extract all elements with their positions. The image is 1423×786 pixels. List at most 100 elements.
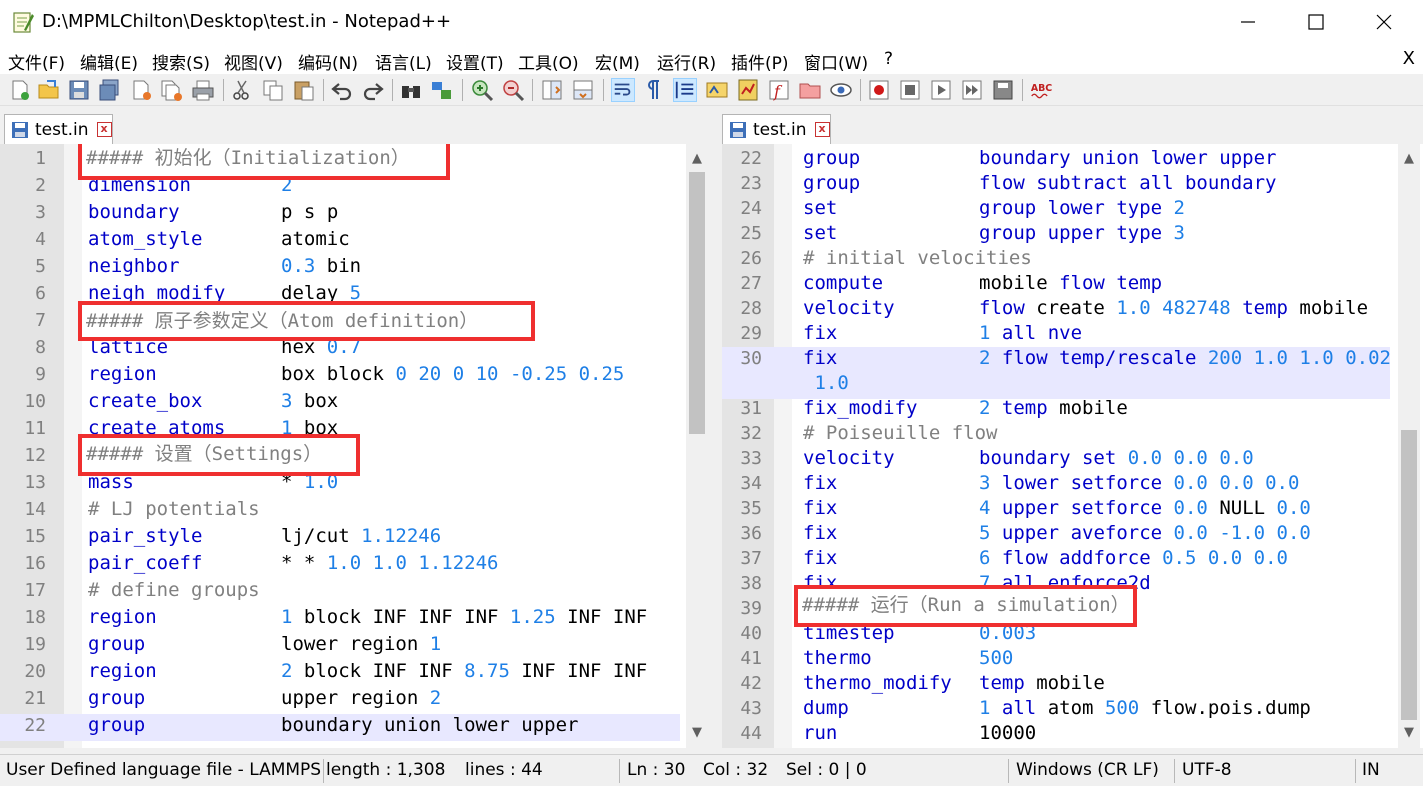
code-line[interactable]: 4 atom_style atomic (0, 228, 680, 255)
code-line[interactable]: 3 boundary p s p (0, 201, 680, 228)
code-line[interactable]: 34 fix 3 lower setforce 0.0 0.0 0.0 (722, 472, 1390, 499)
zoom-in-icon[interactable] (470, 78, 494, 102)
run-macro-multiple-icon[interactable] (960, 78, 984, 102)
code-line[interactable]: 9 region box block 0 20 0 10 -0.25 0.25 (0, 363, 680, 390)
code-line[interactable]: 32 # Poiseuille flow (722, 422, 1390, 449)
menu-macro[interactable]: 宏(M) (595, 49, 640, 74)
tab-close-icon[interactable]: x (96, 122, 112, 137)
user-language-icon[interactable] (705, 78, 729, 102)
copy-icon[interactable] (261, 78, 285, 102)
code-line[interactable]: 41 thermo 500 (722, 647, 1390, 674)
tab-test-in-left[interactable]: test.in x (4, 114, 113, 144)
menu-edit[interactable]: 编辑(E) (80, 49, 138, 74)
left-editor-pane[interactable]: 1 2 dimension 2 3 boundary p s p 4 atom_style ato… (0, 144, 708, 748)
code-line[interactable]: 19 group lower region 1 (0, 633, 680, 660)
code-line[interactable]: 29 fix 1 all nve (722, 322, 1390, 349)
minimize-button[interactable] (1214, 0, 1282, 44)
close-window-button[interactable] (1350, 0, 1418, 44)
scrollbar-thumb[interactable] (689, 172, 705, 434)
code-line[interactable]: 14 # LJ potentials (0, 498, 680, 525)
menu-help[interactable]: ? (884, 49, 893, 69)
menu-window[interactable]: 窗口(W) (804, 49, 868, 74)
play-macro-icon[interactable] (929, 78, 953, 102)
spell-check-icon[interactable]: ABC (1030, 78, 1054, 102)
vertical-scrollbar[interactable]: ▲ ▼ (1398, 144, 1420, 748)
save-icon[interactable] (67, 78, 91, 102)
sync-vertical-icon[interactable] (540, 78, 564, 102)
tab-test-in-right[interactable]: test.in x (722, 114, 831, 144)
command-arguments: 1 block INF INF INF 1.25 INF INF (281, 606, 648, 628)
menu-view[interactable]: 视图(V) (224, 49, 283, 74)
indent-guide-toggle[interactable] (673, 78, 697, 102)
close-icon[interactable] (130, 78, 154, 102)
menu-language[interactable]: 语言(L) (375, 49, 432, 74)
code-line[interactable]: 17 # define groups (0, 579, 680, 606)
undo-icon[interactable] (330, 78, 354, 102)
close-all-icon[interactable] (160, 78, 184, 102)
code-line[interactable]: 20 region 2 block INF INF 8.75 INF INF INF (0, 660, 680, 687)
menu-file[interactable]: 文件(F) (8, 49, 65, 74)
right-editor-pane[interactable]: 22 group boundary union lower upper 23 group… (722, 144, 1423, 748)
code-line[interactable]: 1.0 (722, 372, 1390, 399)
code-line[interactable]: 42 thermo_modify temp mobile (722, 672, 1390, 699)
code-line[interactable]: 35 fix 4 upper setforce 0.0 NULL 0.0 (722, 497, 1390, 524)
maximize-button[interactable] (1282, 0, 1350, 44)
function-list-icon[interactable]: f (767, 78, 791, 102)
code-line[interactable]: 15 pair_style lj/cut 1.12246 (0, 525, 680, 552)
code-line[interactable]: 25 set group upper type 3 (722, 222, 1390, 249)
scroll-down-icon[interactable]: ▼ (1398, 722, 1420, 744)
code-line[interactable]: 36 fix 5 upper aveforce 0.0 -1.0 0.0 (722, 522, 1390, 549)
sync-horizontal-icon[interactable] (571, 78, 595, 102)
code-line[interactable]: 16 pair_coeff * * 1.0 1.0 1.12246 (0, 552, 680, 579)
scroll-up-icon[interactable]: ▲ (686, 148, 708, 170)
zoom-out-icon[interactable] (501, 78, 525, 102)
open-file-icon[interactable] (37, 78, 61, 102)
code-line[interactable]: 37 fix 6 flow addforce 0.5 0.0 0.0 (722, 547, 1390, 574)
code-line[interactable]: 26 # initial velocities (722, 247, 1390, 274)
code-line[interactable]: 31 fix_modify 2 temp mobile (722, 397, 1390, 424)
code-line[interactable]: 24 set group lower type 2 (722, 197, 1390, 224)
paste-icon[interactable] (292, 78, 316, 102)
new-file-icon[interactable] (8, 78, 32, 102)
save-macro-icon[interactable] (991, 78, 1015, 102)
folder-workspace-icon[interactable] (798, 78, 822, 102)
word-wrap-toggle[interactable] (611, 78, 635, 102)
record-macro-icon[interactable] (867, 78, 891, 102)
code-line[interactable]: 43 dump 1 all atom 500 flow.pois.dump (722, 697, 1390, 724)
menu-settings[interactable]: 设置(T) (446, 49, 504, 74)
tab-close-icon[interactable]: x (814, 122, 830, 137)
monitoring-icon[interactable] (829, 78, 853, 102)
code-line[interactable]: 27 compute mobile flow temp (722, 272, 1390, 299)
vertical-scrollbar[interactable]: ▲ ▼ (686, 144, 708, 748)
scroll-down-icon[interactable]: ▼ (686, 722, 708, 744)
code-line[interactable]: 22 group boundary union lower upper (0, 714, 680, 741)
view-splitter[interactable] (708, 106, 722, 748)
replace-icon[interactable] (430, 78, 454, 102)
close-document-button[interactable]: X (1403, 48, 1415, 69)
code-line[interactable]: 10 create_box 3 box (0, 390, 680, 417)
code-line[interactable]: 23 group flow subtract all boundary (722, 172, 1390, 199)
menu-search[interactable]: 搜索(S) (152, 49, 210, 74)
code-line[interactable]: 28 velocity flow create 1.0 482748 temp mo… (722, 297, 1390, 324)
menu-plugins[interactable]: 插件(P) (731, 49, 789, 74)
doc-map-icon[interactable] (736, 78, 760, 102)
code-line[interactable]: 44 run 10000 (722, 722, 1390, 748)
scrollbar-thumb[interactable] (1401, 430, 1417, 720)
scroll-up-icon[interactable]: ▲ (1398, 148, 1420, 170)
show-all-chars-icon[interactable] (642, 78, 666, 102)
menu-tools[interactable]: 工具(O) (518, 49, 579, 74)
cut-icon[interactable] (230, 78, 254, 102)
print-icon[interactable] (191, 78, 215, 102)
stop-record-icon[interactable] (898, 78, 922, 102)
code-line[interactable]: 18 region 1 block INF INF INF 1.25 INF INF (0, 606, 680, 633)
code-line[interactable]: 22 group boundary union lower upper (722, 147, 1390, 174)
code-line[interactable]: 21 group upper region 2 (0, 687, 680, 714)
save-all-icon[interactable] (97, 78, 121, 102)
redo-icon[interactable] (361, 78, 385, 102)
menu-run[interactable]: 运行(R) (657, 49, 716, 74)
menu-encoding[interactable]: 编码(N) (298, 49, 358, 74)
find-icon[interactable] (399, 78, 423, 102)
code-line[interactable]: 33 velocity boundary set 0.0 0.0 0.0 (722, 447, 1390, 474)
code-line[interactable]: 30 fix 2 flow temp/rescale 200 1.0 1.0 0.0… (722, 347, 1391, 374)
code-line[interactable]: 5 neighbor 0.3 bin (0, 255, 680, 282)
